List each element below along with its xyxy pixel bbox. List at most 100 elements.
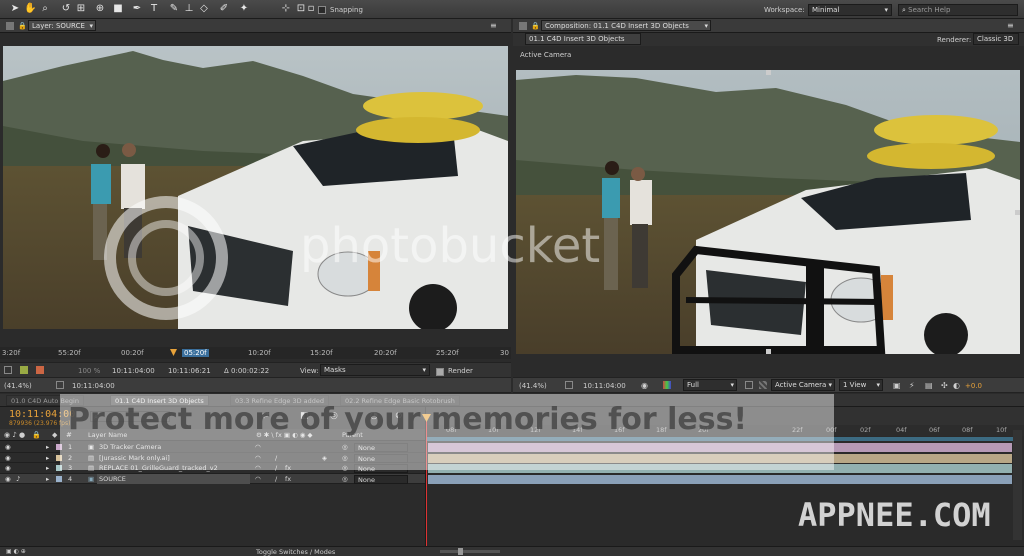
toggle-pixel-aspect-icon[interactable]: ▣ — [893, 381, 901, 390]
selection-tool-icon[interactable]: ➤ — [9, 3, 21, 15]
panel-menu-icon[interactable]: ≡ — [1007, 21, 1014, 30]
lock-icon[interactable]: 🔒 — [18, 22, 27, 30]
layer-tab[interactable]: Layer: SOURCE ▾ — [28, 20, 96, 31]
ruler-tick-label: 25:20f — [436, 349, 459, 357]
chevron-down-icon: ▾ — [884, 6, 888, 14]
layer-name[interactable]: SOURCE — [97, 473, 250, 484]
view-axis-icon[interactable]: ▫ — [305, 3, 317, 15]
lock-icon[interactable]: 🔒 — [531, 22, 540, 30]
renderer-dropdown[interactable]: Classic 3D — [973, 33, 1019, 45]
expand-arrow-icon[interactable]: ▸ — [46, 474, 49, 485]
layer-viewer[interactable] — [3, 46, 508, 329]
search-help-field[interactable]: ⌕ Search Help — [898, 4, 1018, 16]
reset-exposure-icon[interactable]: ◐ — [953, 381, 960, 390]
visibility-icon[interactable]: ◉ — [5, 453, 11, 464]
transparency-grid-icon[interactable] — [759, 381, 767, 389]
ruler-tick-label: 06f — [929, 426, 940, 434]
panel-grip-icon — [6, 22, 14, 30]
snapping-checkbox[interactable] — [318, 5, 326, 14]
toggle-switches-modes-button[interactable]: Toggle Switches / Modes — [256, 548, 335, 556]
zoom-slider-handle[interactable] — [458, 548, 463, 555]
timeline-scrollbar[interactable] — [1013, 430, 1022, 540]
composition-viewer[interactable] — [516, 70, 1020, 354]
camera-view-dropdown[interactable]: Active Camera ▾ — [771, 379, 835, 391]
region-of-interest-icon[interactable] — [745, 381, 753, 389]
expand-arrow-icon[interactable]: ▸ — [46, 453, 49, 464]
effects-switch-icon[interactable]: fx — [285, 474, 291, 485]
zoom-tool-icon[interactable]: ⌕ — [39, 3, 51, 15]
view-label: View: — [300, 367, 319, 375]
camera-tool-icon[interactable]: ⊞ — [75, 3, 87, 15]
layer-current-time[interactable]: 10:11:04:00 — [112, 367, 155, 375]
layer-timecode[interactable]: 10:11:04:00 — [72, 382, 115, 390]
selection-handle-icon[interactable] — [766, 349, 771, 354]
current-time-indicator-icon[interactable] — [170, 349, 177, 356]
snapshot-camera-icon[interactable]: ◉ — [641, 381, 648, 390]
channel-icon[interactable] — [663, 381, 671, 389]
view-layout-dropdown[interactable]: 1 View ▾ — [839, 379, 883, 391]
rectangle-tool-icon[interactable]: ■ — [112, 3, 124, 15]
layer-panel-header: 🔒 Layer: SOURCE ▾ ≡ — [0, 19, 511, 33]
panel-menu-icon[interactable]: ≡ — [490, 21, 497, 30]
search-help-placeholder: Search Help — [908, 6, 951, 14]
comp-timecode[interactable]: 10:11:04:00 — [583, 382, 626, 390]
visibility-icon[interactable]: ◉ — [5, 442, 11, 453]
trim-in-icon[interactable] — [20, 366, 28, 374]
selection-handle-icon[interactable] — [1015, 210, 1020, 215]
rotation-tool-icon[interactable]: ↺ — [60, 3, 72, 15]
layer-row-selected[interactable]: ◉ ♪ ▸ 4 ▣ SOURCE ◠ / fx ◎ None — [0, 473, 425, 485]
audio-icon[interactable]: ♪ — [16, 474, 20, 485]
layer-duration-bar[interactable] — [428, 474, 1012, 484]
view-dropdown[interactable]: Masks ▾ — [320, 364, 430, 376]
exposure-value[interactable]: +0.0 — [965, 382, 982, 390]
brush-tool-icon[interactable]: ✎ — [168, 3, 180, 15]
snapshot-icon[interactable] — [56, 381, 64, 389]
layer-footage-image — [3, 46, 508, 329]
composition-tab[interactable]: Composition: 01.1 C4D Insert 3D Objects ▾ — [541, 20, 711, 31]
roto-brush-tool-icon[interactable]: ✐ — [218, 3, 230, 15]
visibility-icon[interactable]: ◉ — [5, 474, 11, 485]
puppet-pin-tool-icon[interactable]: ✦ — [238, 3, 250, 15]
flowchart-icon[interactable]: ✣ — [941, 381, 948, 390]
eraser-tool-icon[interactable]: ◇ — [198, 3, 210, 15]
layer-label-color[interactable] — [56, 475, 62, 482]
layer-number: 4 — [68, 474, 73, 483]
current-time-label: 05:20f — [182, 349, 209, 357]
layer-time-ruler[interactable]: 3:20f 55:20f 00:20f 05:20f 10:20f 15:20f… — [0, 347, 511, 359]
chevron-down-icon: ▾ — [89, 22, 93, 30]
axis-mode-icon[interactable]: ⊹ — [280, 3, 292, 15]
resolution-dropdown[interactable]: Full ▾ — [683, 379, 737, 391]
pan-behind-tool-icon[interactable]: ⊕ — [94, 3, 106, 15]
selection-handle-icon[interactable] — [766, 70, 771, 75]
layer-controls-bar: (41.4%) 10:11:04:00 — [0, 377, 511, 393]
trim-out-icon[interactable] — [36, 366, 44, 374]
expand-arrow-icon[interactable]: ▸ — [46, 442, 49, 453]
camera-view-value: Active Camera — [775, 381, 827, 389]
pen-tool-icon[interactable]: ✒ — [131, 3, 143, 15]
always-preview-icon[interactable] — [4, 366, 12, 374]
workspace-value: Minimal — [812, 6, 840, 14]
parent-dropdown[interactable]: None — [354, 474, 408, 484]
quality-switch-icon[interactable]: / — [275, 474, 277, 485]
fast-previews-icon[interactable]: ⚡ — [909, 381, 915, 390]
comp-navigator-tab[interactable]: 01.1 C4D Insert 3D Objects — [525, 33, 641, 45]
comp-magnification-dropdown[interactable]: (41.4%) — [519, 382, 547, 390]
timeline-icon[interactable]: ▤ — [925, 381, 933, 390]
expand-arrow-icon[interactable]: ▸ — [46, 463, 49, 474]
ruler-tick-label: 10:20f — [248, 349, 271, 357]
visibility-icon[interactable]: ◉ — [5, 463, 11, 474]
layer-out-time[interactable]: 10:11:06:21 — [168, 367, 211, 375]
ruler-tick-label: 08f — [962, 426, 973, 434]
workspace-dropdown[interactable]: Minimal ▾ — [808, 4, 892, 16]
hand-tool-icon[interactable]: ✋ — [24, 3, 36, 15]
render-checkbox[interactable] — [436, 367, 444, 376]
clone-stamp-tool-icon[interactable]: ⊥ — [183, 3, 195, 15]
parent-pickwhip-icon[interactable]: ◎ — [342, 474, 348, 485]
grid-icon[interactable] — [565, 381, 573, 389]
footer-toggle-icons[interactable]: ▣ ◐ ⊕ — [6, 548, 26, 555]
tools-toolbar: ➤ ✋ ⌕ ↺ ⊞ ⊕ ■ ✒ T ✎ ⊥ ◇ ✐ ✦ ⊹ ⊡ ▫ Snappi… — [0, 0, 1024, 19]
type-tool-icon[interactable]: T — [148, 3, 160, 15]
zoom-slider[interactable] — [440, 550, 500, 553]
magnification-dropdown[interactable]: (41.4%) — [4, 382, 32, 390]
shy-switch-icon[interactable]: ◠ — [255, 474, 261, 485]
